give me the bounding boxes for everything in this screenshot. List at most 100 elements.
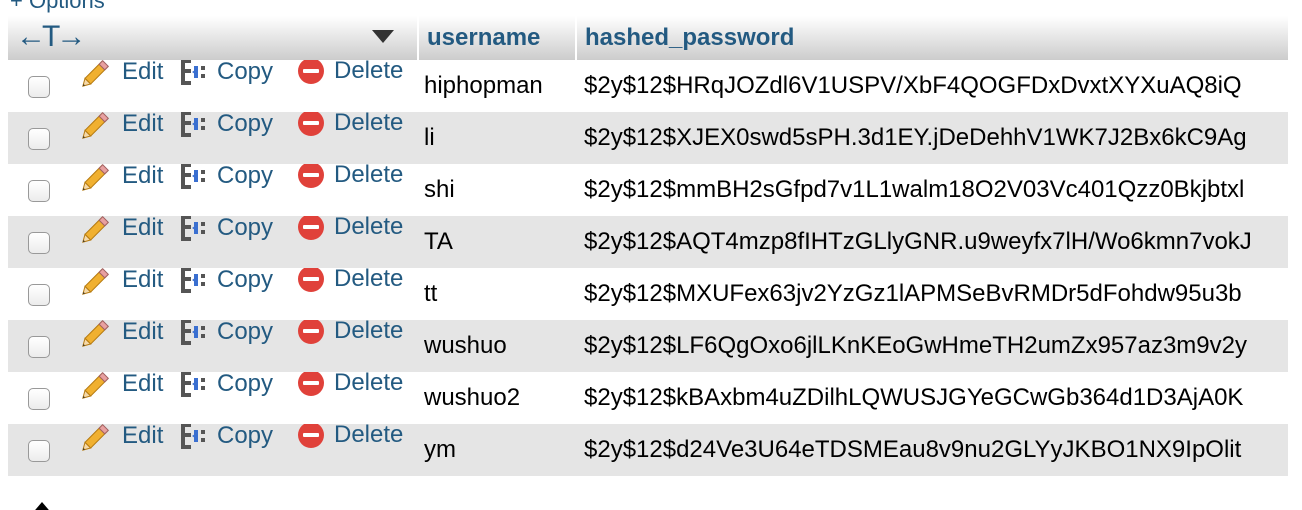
row-edit-link[interactable]: Edit (80, 424, 163, 452)
delete-icon (298, 320, 324, 344)
row-delete-link[interactable]: Delete (296, 268, 403, 294)
row-checkbox[interactable] (28, 179, 50, 202)
hashed-password-cell[interactable]: $2y$12$XJEX0swd5sPH.3d1EY.jDeDehhV1WK7J2… (576, 112, 1302, 164)
row-delete-link[interactable]: Delete (296, 320, 403, 346)
row-edit-link[interactable]: Edit (80, 60, 163, 88)
row-delete-label: Delete (334, 424, 404, 448)
copy-row-icon (181, 60, 205, 85)
row-edit-label: Edit (122, 320, 164, 345)
pencil-icon (82, 60, 110, 87)
delete-icon (298, 60, 324, 84)
row-copy-link[interactable]: Copy (179, 164, 273, 192)
copy-row-icon (181, 112, 205, 137)
pencil-icon (82, 112, 110, 139)
phpmyadmin-results-view: + Options ←T→ username hashed_password E… (0, 0, 1302, 510)
row-edit-link[interactable]: Edit (80, 268, 163, 296)
hashed-password-cell[interactable]: $2y$12$d24Ve3U64eTDSMEau8v9nu2GLYyJKBO1N… (576, 424, 1302, 476)
delete-icon (298, 424, 324, 448)
username-cell[interactable]: hiphopman (418, 60, 576, 112)
row-copy-link[interactable]: Copy (179, 424, 273, 452)
sort-dropdown-icon[interactable] (372, 30, 394, 43)
row-copy-link[interactable]: Copy (179, 216, 273, 244)
row-copy-link[interactable]: Copy (179, 112, 273, 140)
username-cell[interactable]: li (418, 112, 576, 164)
hashed-password-cell[interactable]: $2y$12$MXUFex63jv2YzGz1lAPMSeBvRMDr5dFoh… (576, 268, 1302, 320)
delete-icon (298, 112, 324, 136)
column-header-username[interactable]: username (418, 16, 577, 60)
row-copy-label: Copy (217, 372, 274, 397)
options-link[interactable]: + Options (10, 0, 105, 14)
row-delete-label: Delete (334, 216, 404, 240)
delete-icon (298, 268, 324, 292)
row-edit-link[interactable]: Edit (80, 372, 163, 400)
row-actions-cell: Edit Copy Delete (8, 424, 418, 476)
row-copy-link[interactable]: Copy (179, 268, 273, 296)
row-actions-cell: Edit Copy Delete (8, 60, 418, 112)
row-edit-link[interactable]: Edit (80, 112, 163, 140)
row-delete-link[interactable]: Delete (296, 372, 403, 398)
row-edit-label: Edit (122, 372, 164, 397)
row-edit-label: Edit (122, 216, 164, 241)
table-row: Edit Copy (8, 424, 1302, 476)
row-delete-label: Delete (334, 60, 404, 84)
row-edit-label: Edit (122, 164, 164, 189)
pencil-icon (82, 372, 110, 399)
username-cell[interactable]: wushuo2 (418, 372, 576, 424)
column-header-username-label: username (427, 24, 541, 51)
username-cell[interactable]: ym (418, 424, 576, 476)
row-edit-link[interactable]: Edit (80, 320, 163, 348)
row-checkbox[interactable] (28, 127, 50, 150)
hashed-password-cell[interactable]: $2y$12$AQT4mzp8fIHTzGLlyGNR.u9weyfx7lH/W… (576, 216, 1302, 268)
row-edit-label: Edit (122, 268, 164, 293)
row-checkbox[interactable] (28, 335, 50, 358)
row-copy-label: Copy (217, 216, 274, 241)
row-delete-label: Delete (334, 112, 404, 136)
table-row: Edit Copy (8, 60, 1302, 112)
row-checkbox[interactable] (28, 283, 50, 306)
copy-row-icon (181, 320, 205, 345)
delete-icon (298, 164, 324, 188)
row-checkbox[interactable] (28, 439, 50, 462)
row-actions-cell: Edit Copy Delete (8, 164, 418, 216)
hashed-password-cell[interactable]: $2y$12$LF6QgOxo6jlLKnKEoGwHmeTH2umZx957a… (576, 320, 1302, 372)
row-checkbox[interactable] (28, 231, 50, 254)
row-edit-link[interactable]: Edit (80, 216, 163, 244)
table-row: Edit Copy (8, 164, 1302, 216)
username-cell[interactable]: TA (418, 216, 576, 268)
row-copy-link[interactable]: Copy (179, 60, 273, 88)
username-cell[interactable]: shi (418, 164, 576, 216)
row-delete-link[interactable]: Delete (296, 424, 403, 450)
username-cell[interactable]: wushuo (418, 320, 576, 372)
row-actions-cell: Edit Copy Delete (8, 112, 418, 164)
row-edit-link[interactable]: Edit (80, 164, 163, 192)
row-copy-link[interactable]: Copy (179, 320, 273, 348)
column-arrows-control[interactable]: ←T→ (16, 20, 86, 54)
row-copy-link[interactable]: Copy (179, 372, 273, 400)
row-delete-link[interactable]: Delete (296, 216, 403, 242)
table-row: Edit Copy (8, 320, 1302, 372)
hashed-password-cell[interactable]: $2y$12$kBAxbm4uZDilhLQWUSJGYeGCwGb364d1D… (576, 372, 1302, 424)
row-checkbox[interactable] (28, 75, 50, 98)
pencil-icon (82, 164, 110, 191)
column-header-hashed-password[interactable]: hashed_password (576, 16, 1302, 60)
row-edit-label: Edit (122, 112, 164, 137)
row-actions-cell: Edit Copy Delete (8, 216, 418, 268)
footer-bar (0, 490, 1302, 510)
row-copy-label: Copy (217, 424, 274, 449)
row-delete-label: Delete (334, 268, 404, 292)
row-delete-link[interactable]: Delete (296, 60, 403, 86)
username-cell[interactable]: tt (418, 268, 576, 320)
hashed-password-cell[interactable]: $2y$12$mmBH2sGfpd7v1L1walm18O2V03Vc401Qz… (576, 164, 1302, 216)
row-edit-label: Edit (122, 60, 164, 85)
row-copy-label: Copy (217, 164, 274, 189)
copy-row-icon (181, 216, 205, 241)
row-copy-label: Copy (217, 60, 274, 85)
hashed-password-cell[interactable]: $2y$12$HRqJOZdl6V1USPV/XbF4QOGFDxDvxtXYX… (576, 60, 1302, 112)
pencil-icon (82, 424, 110, 451)
row-delete-link[interactable]: Delete (296, 112, 403, 138)
row-copy-label: Copy (217, 268, 274, 293)
row-delete-link[interactable]: Delete (296, 164, 403, 190)
row-checkbox[interactable] (28, 387, 50, 410)
row-actions-cell: Edit Copy Delete (8, 268, 418, 320)
table-row: Edit Copy (8, 216, 1302, 268)
